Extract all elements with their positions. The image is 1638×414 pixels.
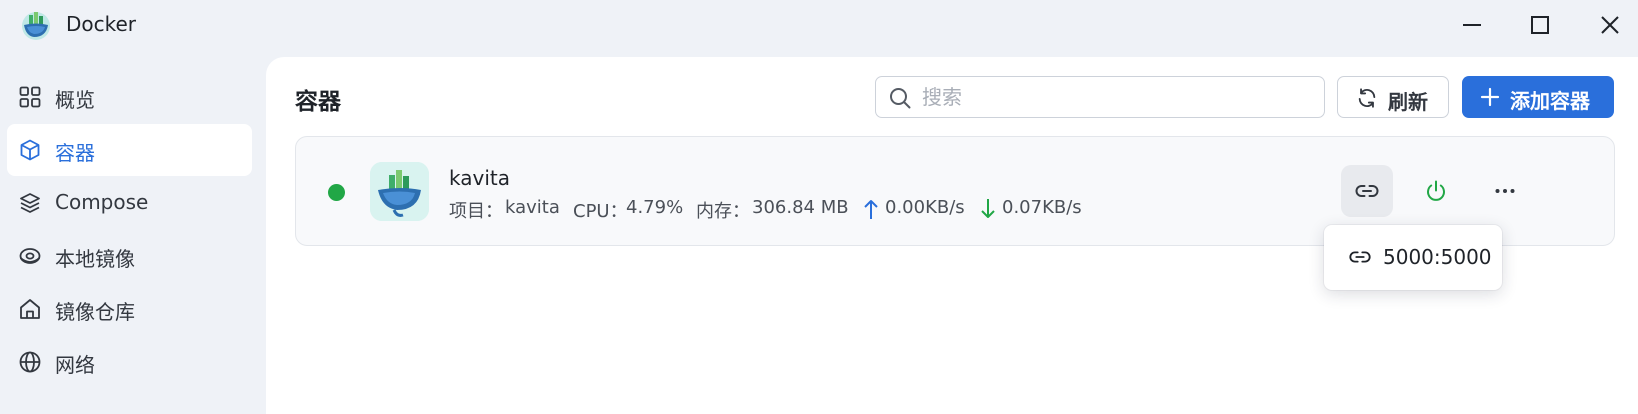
cube-icon: [20, 139, 40, 161]
maximize-button[interactable]: [1522, 8, 1558, 42]
close-icon: [1601, 16, 1619, 34]
sidebar-item-compose[interactable]: Compose: [7, 177, 252, 229]
cpu-value: 4.79%: [626, 197, 684, 218]
running-status-dot: [328, 184, 345, 201]
port-link-button[interactable]: [1341, 165, 1393, 217]
sidebar-item-label: 概览: [55, 88, 95, 112]
title-bar: Docker: [0, 0, 1638, 50]
sidebar-item-label: 本地镜像: [55, 247, 135, 271]
disk-icon: [19, 248, 41, 264]
refresh-button[interactable]: 刷新: [1337, 76, 1449, 118]
more-horizontal-icon: [1495, 189, 1515, 193]
more-options-button[interactable]: [1479, 165, 1531, 217]
page-title: 容器: [295, 89, 341, 115]
refresh-button-label: 刷新: [1388, 90, 1428, 114]
project-value: kavita: [505, 197, 560, 218]
globe-icon: [19, 351, 41, 373]
maximize-icon: [1531, 16, 1549, 34]
minimize-button[interactable]: [1454, 8, 1490, 42]
sidebar-item-network[interactable]: 网络: [7, 336, 252, 388]
power-button[interactable]: [1410, 165, 1462, 217]
refresh-icon: [1358, 88, 1376, 108]
sidebar-item-local-images[interactable]: 本地镜像: [7, 230, 252, 282]
home-icon: [20, 299, 40, 319]
search-icon: [890, 88, 911, 109]
docker-logo-icon: [20, 9, 52, 41]
download-arrow-icon: [981, 199, 995, 218]
sidebar-item-overview[interactable]: 概览: [7, 71, 252, 123]
power-icon: [1427, 180, 1445, 201]
kavita-logo-icon: [370, 162, 429, 221]
docker-app: Docker 概览 容器 Compose 本地镜像 镜像仓库 网络 容器 搜索 …: [0, 0, 1638, 414]
upload-arrow-icon: [864, 200, 878, 219]
sidebar-item-label: 容器: [55, 141, 95, 165]
app-title: Docker: [66, 12, 137, 36]
port-popup[interactable]: 5000:5000: [1324, 225, 1502, 290]
sidebar-item-label: 镜像仓库: [55, 300, 135, 324]
search-box[interactable]: [875, 76, 1325, 118]
port-mapping-link[interactable]: 5000:5000: [1383, 245, 1492, 269]
grid-icon: [19, 86, 41, 108]
sidebar-item-label: Compose: [55, 190, 149, 214]
search-input[interactable]: [922, 83, 1312, 111]
project-label: 项目：: [449, 201, 503, 222]
container-name: kavita: [449, 166, 510, 190]
link-icon: [1349, 251, 1371, 263]
plus-icon: [1480, 87, 1500, 107]
cpu-label: CPU：: [573, 201, 628, 222]
link-icon: [1355, 185, 1379, 197]
add-container-button[interactable]: 添加容器: [1462, 76, 1614, 118]
close-button[interactable]: [1592, 8, 1628, 42]
add-container-button-label: 添加容器: [1510, 89, 1590, 113]
sidebar-item-containers[interactable]: 容器: [7, 124, 252, 176]
memory-label: 内存：: [696, 201, 750, 222]
sidebar-item-image-registry[interactable]: 镜像仓库: [7, 283, 252, 335]
download-speed: 0.07KB/s: [1002, 197, 1082, 218]
sidebar-item-label: 网络: [55, 353, 95, 377]
minimize-icon: [1463, 24, 1481, 26]
layers-icon: [20, 193, 40, 213]
memory-value: 306.84 MB: [752, 197, 849, 218]
upload-speed: 0.00KB/s: [885, 197, 965, 218]
